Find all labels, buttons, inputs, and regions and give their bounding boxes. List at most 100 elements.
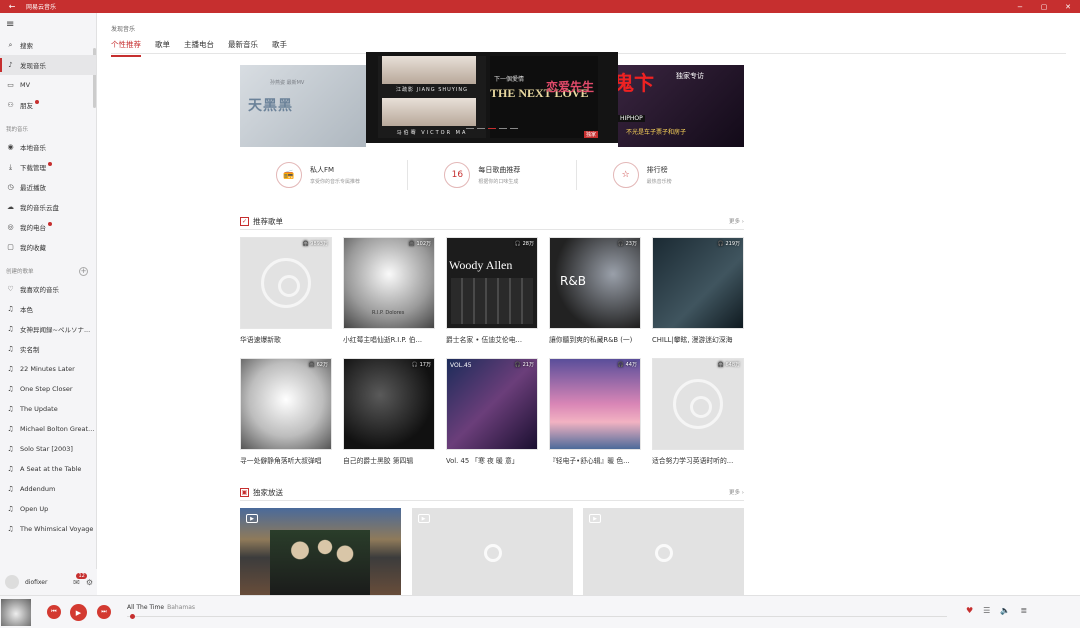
- sidebar-playlist-item[interactable]: ♫ Michael Bolton Greate...: [0, 419, 96, 439]
- user-name[interactable]: diofixer: [25, 579, 47, 586]
- sidebar-playlist-item[interactable]: ♫ 本色: [0, 299, 96, 319]
- video-card[interactable]: ▶: [411, 508, 573, 598]
- album-art[interactable]: [1, 599, 31, 626]
- tab-2[interactable]: 主播电台: [184, 39, 214, 57]
- feature-item[interactable]: ☆ 排行榜 最热音乐榜: [575, 160, 744, 190]
- more-link[interactable]: 更多 ›: [729, 217, 744, 225]
- playlist-cover[interactable]: 🎧 9893万: [240, 237, 332, 329]
- tab-0[interactable]: 个性推荐: [111, 39, 141, 57]
- add-playlist-icon[interactable]: +: [79, 266, 88, 276]
- avatar[interactable]: [5, 575, 19, 589]
- playlist-title[interactable]: 自己的爵士黑胶 第四辑: [343, 455, 435, 465]
- progress-bar[interactable]: [127, 616, 947, 617]
- carousel-dot[interactable]: [488, 128, 496, 129]
- playlist-icon[interactable]: ☰: [983, 606, 990, 615]
- lyrics-icon[interactable]: ≣: [1020, 606, 1027, 615]
- playlist-title[interactable]: 讓你聽到爽的私藏R&B (一): [549, 334, 641, 344]
- play-button[interactable]: ▶: [70, 604, 87, 621]
- sidebar-mymusic-item[interactable]: ☁ 我的音乐云盘: [0, 197, 96, 217]
- actor-photo: [382, 56, 476, 84]
- playlist-cover[interactable]: 🎧 219万: [652, 237, 744, 329]
- sidebar-mymusic-item[interactable]: ▢ 我的收藏: [0, 237, 96, 257]
- banner-right[interactable]: 鬼卞 独家专访 HIPHOP 不光是车子票子和房子: [614, 65, 744, 147]
- minimize-button[interactable]: −: [1008, 3, 1032, 11]
- sidebar-playlist-item[interactable]: ♫ 女神异闻録~ペルソナ...: [0, 319, 96, 339]
- progress-knob[interactable]: [130, 614, 136, 619]
- playlist-card[interactable]: R&B 🎧 23万讓你聽到爽的私藏R&B (一): [549, 237, 641, 344]
- feature-item[interactable]: 📻 私人FM 享受你的音乐专属推荐: [240, 160, 407, 190]
- sidebar-mymusic-item[interactable]: ⤓ 下载管理: [0, 157, 96, 177]
- more-link[interactable]: 更多 ›: [729, 488, 744, 496]
- sidebar-playlist-item[interactable]: ♫ 实名制: [0, 339, 96, 359]
- sidebar-item-3[interactable]: ⚇ 朋友: [0, 95, 96, 115]
- video-card[interactable]: ▶: [583, 508, 744, 598]
- playlist-cover[interactable]: Woody Allen 🎧 28万: [446, 237, 538, 329]
- playlist-card[interactable]: 🎧 648万适合努力学习英语时听的...: [652, 358, 744, 465]
- playlist-card[interactable]: Woody Allen 🎧 28万爵士名家 • 伍迪艾伦电...: [446, 237, 538, 344]
- playlist-title[interactable]: 小红莓主唱仙逝R.I.P. 伯...: [343, 334, 435, 344]
- banner-center[interactable]: 江疏影 JIANG SHUYING 马伯骞 VICTOR MA 下一個愛情 TH…: [366, 52, 618, 143]
- playlist-cover[interactable]: 🎧 648万: [652, 358, 744, 450]
- playlist-cover[interactable]: 🎧 17万: [343, 358, 435, 450]
- tab-3[interactable]: 最新音乐: [228, 39, 258, 57]
- sidebar-playlist-item[interactable]: ♫ The Whimsical Voyage: [0, 519, 96, 539]
- playlist-title[interactable]: 寻一处僻静角落听大叔弹唱: [240, 455, 332, 465]
- carousel-dot[interactable]: [477, 128, 485, 129]
- carousel-dot[interactable]: [510, 128, 518, 129]
- sidebar-playlist-item[interactable]: ♡ 我喜欢的音乐: [0, 279, 96, 299]
- playlist-card[interactable]: 🎧 219万 CHILL|攀眩, 漫游迷幻深海: [652, 237, 744, 344]
- sidebar-playlist-item[interactable]: ♫ Solo Star [2003]: [0, 439, 96, 459]
- tab-4[interactable]: 歌手: [272, 39, 287, 57]
- previous-button[interactable]: ⏮: [47, 605, 61, 619]
- sidebar-mymusic-item[interactable]: ◎ 我的电台: [0, 217, 96, 237]
- carousel-dots[interactable]: [466, 128, 521, 129]
- sidebar-playlist-item[interactable]: ♫ One Step Closer: [0, 379, 96, 399]
- video-card[interactable]: ▶: [240, 508, 401, 598]
- tab-1[interactable]: 歌单: [155, 39, 170, 57]
- sidebar-playlist-item[interactable]: ♫ 22 Minutes Later: [0, 359, 96, 379]
- playlist-card[interactable]: VOL.45 🎧 21万 Vol. 45 「寒 夜 暖 意」: [446, 358, 538, 465]
- playlist-card[interactable]: 🎧 17万自己的爵士黑胶 第四辑: [343, 358, 435, 465]
- sidebar-item-2[interactable]: ▭ MV: [0, 75, 96, 95]
- playlist-title[interactable]: 『轻电子•舒心辑』暖 色...: [549, 455, 641, 465]
- playlist-cover[interactable]: R.I.P. Dolores 🎧 102万: [343, 237, 435, 329]
- sidebar-item-0[interactable]: ⌕ 搜索: [0, 35, 96, 55]
- sidebar-mymusic-item[interactable]: ◉ 本地音乐: [0, 137, 96, 157]
- playlist-card[interactable]: 🎧 9893万华语速爆新歌: [240, 237, 332, 344]
- playlist-title[interactable]: Vol. 45 「寒 夜 暖 意」: [446, 455, 538, 465]
- banner-left[interactable]: 孙燕姿 最新MV 天黑黑: [240, 65, 366, 147]
- song-artist[interactable]: Bahamas: [167, 604, 195, 611]
- banner-carousel[interactable]: 孙燕姿 最新MV 天黑黑 鬼卞 独家专访 HIPHOP 不光是车子票子和房子 江…: [240, 52, 744, 147]
- playlist-cover[interactable]: R&B 🎧 23万: [549, 237, 641, 329]
- maximize-button[interactable]: ▢: [1032, 3, 1056, 11]
- sidebar-mymusic-item[interactable]: ◷ 最近播放: [0, 177, 96, 197]
- back-button[interactable]: ←: [0, 2, 24, 11]
- playlist-cover[interactable]: 🎧 62万: [240, 358, 332, 450]
- playlist-title[interactable]: 爵士名家 • 伍迪艾伦电...: [446, 334, 538, 344]
- close-button[interactable]: ✕: [1056, 3, 1080, 11]
- sidebar-playlist-item[interactable]: ♫ A Seat at the Table: [0, 459, 96, 479]
- hamburger-menu-icon[interactable]: ≡: [0, 13, 96, 35]
- next-button[interactable]: ⏭: [97, 605, 111, 619]
- gear-icon[interactable]: ⚙: [86, 578, 93, 587]
- volume-icon[interactable]: 🔈: [1000, 606, 1010, 615]
- playlist-card[interactable]: 🎧 44万『轻电子•舒心辑』暖 色...: [549, 358, 641, 465]
- playlist-card[interactable]: R.I.P. Dolores 🎧 102万小红莓主唱仙逝R.I.P. 伯...: [343, 237, 435, 344]
- playlist-title[interactable]: CHILL|攀眩, 漫游迷幻深海: [652, 334, 744, 344]
- carousel-dot[interactable]: [499, 128, 507, 129]
- heart-icon[interactable]: ♥: [966, 606, 973, 615]
- playlist-title[interactable]: 适合努力学习英语时听的...: [652, 455, 744, 465]
- playlist-title[interactable]: 华语速爆新歌: [240, 334, 332, 344]
- mail-icon[interactable]: ✉ 12: [73, 572, 87, 587]
- sidebar-playlist-item[interactable]: ♫ The Update: [0, 399, 96, 419]
- playlist-card[interactable]: 🎧 62万寻一处僻静角落听大叔弹唱: [240, 358, 332, 465]
- sidebar-playlist-item[interactable]: ♫ Addendum: [0, 479, 96, 499]
- carousel-dot[interactable]: [466, 128, 474, 129]
- sidebar-item-1[interactable]: ♪ 发现音乐: [0, 55, 96, 75]
- sidebar-playlist-item[interactable]: ♫ Open Up: [0, 499, 96, 519]
- banner-right-hiphop: HIPHOP: [618, 115, 645, 122]
- playlist-cover[interactable]: VOL.45 🎧 21万: [446, 358, 538, 450]
- player-controls-right: ♥ ☰ 🔈 ≣: [966, 606, 1037, 615]
- playlist-cover[interactable]: 🎧 44万: [549, 358, 641, 450]
- feature-item[interactable]: 16 每日歌曲推荐 根据你的口味生成: [407, 160, 575, 190]
